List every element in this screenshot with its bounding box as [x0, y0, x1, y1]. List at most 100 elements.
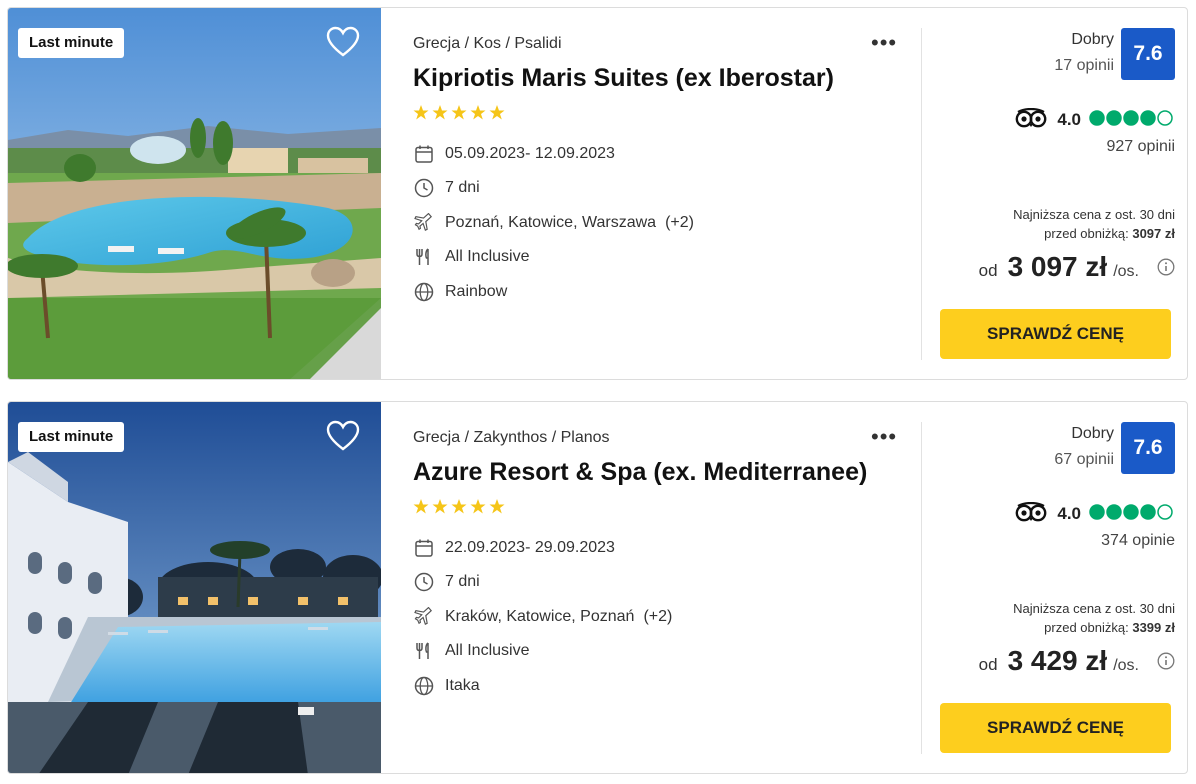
- tripadvisor-rating: 4.0: [1015, 501, 1175, 527]
- tripadvisor-owl-icon: [1015, 107, 1047, 133]
- price-prefix: od: [978, 261, 998, 280]
- divider: [921, 28, 922, 360]
- hotel-photo[interactable]: Last minute: [8, 402, 381, 773]
- lowest-value: 3097 zł: [1132, 226, 1175, 241]
- tripadvisor-count[interactable]: 927 opinii: [1107, 138, 1176, 156]
- offer-card[interactable]: Last minute Grecja / Kos / Psalidi ••• K…: [7, 7, 1188, 380]
- location-breadcrumb[interactable]: Grecja / Zakynthos / Planos: [413, 429, 610, 447]
- clock-icon: [413, 177, 435, 199]
- price-row: od 3 429 zł /os.: [979, 645, 1175, 679]
- hotel-photo[interactable]: Last minute: [8, 8, 381, 379]
- heart-icon[interactable]: [326, 26, 360, 58]
- plane-icon: [413, 212, 435, 234]
- price-prefix: od: [978, 655, 998, 674]
- tripadvisor-count[interactable]: 374 opinie: [1101, 532, 1175, 550]
- airports-text: Kraków, Katowice, Poznań: [445, 608, 635, 625]
- price-panel: Dobry 67 opinii 7.6 4.0 374 opinie Najni…: [938, 402, 1175, 773]
- operator-text: Itaka: [445, 677, 480, 694]
- price-panel: Dobry 17 opinii 7.6 4.0 927 opinii Najni…: [938, 8, 1176, 379]
- dates-row: 05.09.2023- 12.09.2023: [413, 142, 615, 166]
- board-text: All Inclusive: [445, 642, 530, 659]
- star-icon: [470, 105, 486, 120]
- star-icon: [470, 499, 486, 514]
- rating-count[interactable]: 17 opinii: [1054, 57, 1114, 75]
- price-value: 3 097 zł: [1007, 251, 1108, 282]
- airports-more[interactable]: (+2): [665, 214, 694, 232]
- star-icon: [451, 499, 467, 514]
- operator-text: Rainbow: [445, 283, 508, 300]
- rating-label: Dobry: [1071, 425, 1114, 442]
- lowest-line1: Najniższa cena z ost. 30 dni: [1013, 207, 1175, 222]
- dates-text: 22.09.2023- 29.09.2023: [445, 539, 615, 556]
- operator-row: Rainbow: [413, 280, 507, 304]
- hotel-name[interactable]: Azure Resort & Spa (ex. Mediterranee): [413, 458, 867, 487]
- star-icon: [451, 105, 467, 120]
- more-dots-icon[interactable]: •••: [871, 32, 897, 54]
- tripadvisor-bubbles: [1089, 503, 1175, 526]
- hotel-name[interactable]: Kipriotis Maris Suites (ex Iberostar): [413, 64, 834, 93]
- lowest-price-note: Najniższa cena z ost. 30 dni przed obniż…: [1013, 599, 1175, 637]
- star-icon: [413, 499, 429, 514]
- price-suffix: /os.: [1113, 263, 1139, 280]
- rating-score-badge: 7.6: [1121, 422, 1175, 474]
- star-icon: [432, 105, 448, 120]
- airports-row[interactable]: Kraków, Katowice, Poznań (+2): [413, 605, 672, 629]
- last-minute-badge: Last minute: [18, 422, 125, 452]
- star-icon: [413, 105, 429, 120]
- fork-knife-icon: [413, 246, 435, 268]
- hotel-stars: [413, 104, 505, 122]
- divider: [921, 422, 922, 754]
- offer-card[interactable]: Last minute Grecja / Zakynthos / Planos …: [7, 401, 1188, 774]
- last-minute-badge: Last minute: [18, 28, 125, 58]
- check-price-button[interactable]: SPRAWDŹ CENĘ: [940, 309, 1171, 359]
- duration-row: 7 dni: [413, 176, 480, 200]
- location-breadcrumb[interactable]: Grecja / Kos / Psalidi: [413, 35, 562, 53]
- lowest-line2: przed obniżką:: [1044, 226, 1129, 241]
- star-icon: [489, 499, 505, 514]
- rating-score-badge: 7.6: [1121, 28, 1175, 80]
- airports-more[interactable]: (+2): [643, 608, 672, 626]
- lowest-value: 3399 zł: [1132, 620, 1175, 635]
- tripadvisor-bubbles: [1089, 109, 1175, 132]
- globe-icon: [413, 675, 435, 697]
- operator-row: Itaka: [413, 674, 480, 698]
- duration-row: 7 dni: [413, 570, 480, 594]
- offer-list: Last minute Grecja / Kos / Psalidi ••• K…: [0, 0, 1196, 784]
- lowest-price-note: Najniższa cena z ost. 30 dni przed obniż…: [1013, 205, 1175, 243]
- tripadvisor-score: 4.0: [1057, 504, 1081, 523]
- fork-knife-icon: [413, 640, 435, 662]
- board-row: All Inclusive: [413, 639, 529, 663]
- airports-text: Poznań, Katowice, Warszawa: [445, 214, 657, 231]
- more-dots-icon[interactable]: •••: [871, 426, 897, 448]
- hotel-stars: [413, 498, 505, 516]
- duration-text: 7 dni: [445, 179, 480, 196]
- calendar-icon: [413, 537, 435, 559]
- board-text: All Inclusive: [445, 248, 530, 265]
- tripadvisor-rating: 4.0: [1015, 107, 1175, 133]
- calendar-icon: [413, 143, 435, 165]
- offer-info: Grecja / Zakynthos / Planos ••• Azure Re…: [413, 402, 913, 773]
- rating-label: Dobry: [1071, 31, 1114, 48]
- lowest-line2: przed obniżką:: [1044, 620, 1129, 635]
- price-value: 3 429 zł: [1007, 645, 1108, 676]
- plane-icon: [413, 606, 435, 628]
- clock-icon: [413, 571, 435, 593]
- star-icon: [432, 499, 448, 514]
- dates-row: 22.09.2023- 29.09.2023: [413, 536, 615, 560]
- check-price-button[interactable]: SPRAWDŹ CENĘ: [940, 703, 1171, 753]
- info-icon[interactable]: [1157, 258, 1175, 276]
- rating-count[interactable]: 67 opinii: [1054, 451, 1114, 469]
- offer-info: Grecja / Kos / Psalidi ••• Kipriotis Mar…: [413, 8, 913, 379]
- star-icon: [489, 105, 505, 120]
- duration-text: 7 dni: [445, 573, 480, 590]
- heart-icon[interactable]: [326, 420, 360, 452]
- info-icon[interactable]: [1157, 652, 1175, 670]
- board-row: All Inclusive: [413, 245, 529, 269]
- price-row: od 3 097 zł /os.: [979, 251, 1175, 285]
- tripadvisor-owl-icon: [1015, 501, 1047, 527]
- globe-icon: [413, 281, 435, 303]
- price-suffix: /os.: [1113, 657, 1139, 674]
- airports-row[interactable]: Poznań, Katowice, Warszawa (+2): [413, 211, 694, 235]
- lowest-line1: Najniższa cena z ost. 30 dni: [1013, 601, 1175, 616]
- tripadvisor-score: 4.0: [1057, 110, 1081, 129]
